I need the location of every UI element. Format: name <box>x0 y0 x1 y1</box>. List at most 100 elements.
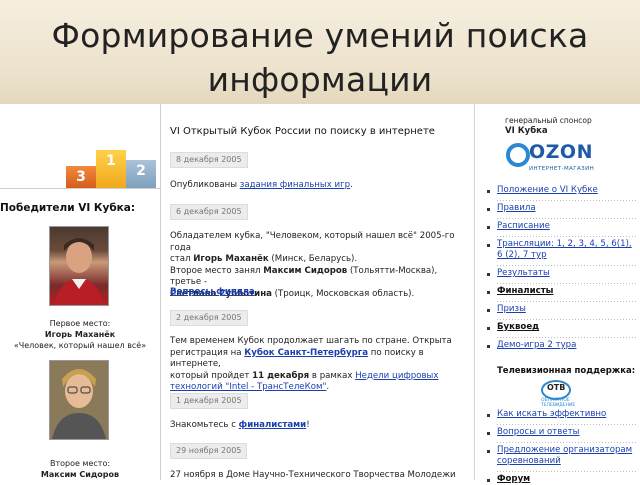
news-text: стал <box>170 254 194 264</box>
slide-title-line1: Формирование умений поиска <box>51 16 589 55</box>
bullet-icon <box>487 414 490 417</box>
bullet-icon <box>487 345 490 348</box>
news-text: в рамках <box>309 370 356 381</box>
sponsor-event: VI Кубка <box>505 126 548 136</box>
slide-title: Формирование умений поиска информации <box>0 14 640 102</box>
winner1-place: Первое место: <box>49 319 111 328</box>
right-column: генеральный спонсор VI Кубка OZON ИНТЕРН… <box>474 104 640 484</box>
slide-header: Формирование умений поиска информации <box>0 0 640 104</box>
news-text: Опубликованы <box>170 180 240 190</box>
event-date: 11 декабря <box>252 370 310 381</box>
nav-item-qa[interactable]: Вопросы и ответы <box>497 427 579 438</box>
news-item: Опубликованы задания финальных игр. <box>170 180 466 192</box>
winner-name: Максим Сидоров <box>263 265 348 276</box>
news-text: Тем временем Кубок продолжает шагать по … <box>170 336 452 346</box>
news-text: Второе место занял Максим Сидоров (Толья… <box>170 266 466 289</box>
intel-link[interactable]: технологий "Intel - ТрансТелеКом" <box>170 382 326 392</box>
winner1-nick: «Человек, который нашел всё» <box>13 341 147 350</box>
divider <box>497 218 637 219</box>
otv-tagline: ОБЛАСТНОЕ ТЕЛЕВИДЕНИЕ <box>541 398 576 408</box>
winner2-name: Максим Сидоров <box>40 470 120 479</box>
divider <box>497 200 637 201</box>
nav-item-organizers[interactable]: Предложение организаторам соревнований <box>497 445 635 467</box>
winner1-caption: Первое место: Игорь Маханёк «Человек, ко… <box>0 318 160 351</box>
podium-second: 2 <box>126 160 156 188</box>
nav-item-broadcasts[interactable]: Трансляции: 1, 2, 3, 4, 5, 6(1), 6 (2), … <box>497 239 635 261</box>
winner1-name: Игорь Маханёк <box>44 330 116 339</box>
nav-item-finalists[interactable]: Финалисты <box>497 286 553 297</box>
nav-item-rules-doc[interactable]: Положение о VI Кубке <box>497 185 598 196</box>
divider <box>497 301 637 302</box>
nav-item-prizes[interactable]: Призы <box>497 304 526 315</box>
news-item: Знакомьтесь с финалистами! <box>170 420 466 432</box>
winner1-photo[interactable] <box>49 226 109 306</box>
bullet-icon <box>487 190 490 193</box>
bullet-icon <box>487 450 490 453</box>
news-item: Вопросы финала. <box>170 287 466 299</box>
podium-third: 3 <box>66 166 96 188</box>
bullet-icon <box>487 309 490 312</box>
tv-support-heading: Телевизионная поддержка: <box>497 366 636 376</box>
news-text: который пройдет <box>170 370 253 381</box>
news-text: технологий "Intel - ТрансТелеКом". <box>170 382 466 394</box>
nav-item-demo[interactable]: Демо-игра 2 тура <box>497 340 576 351</box>
divider <box>497 319 637 320</box>
divider <box>0 188 160 189</box>
news-heading: VI Открытый Кубок России по поиску в инт… <box>170 126 435 137</box>
finalists-link[interactable]: финалистами <box>239 420 307 430</box>
news-item: Тем временем Кубок продолжает шагать по … <box>170 336 466 394</box>
bullet-icon <box>487 244 490 247</box>
ozon-tagline: ИНТЕРНЕТ-МАГАЗИН <box>529 166 595 172</box>
news-text: (Минск, Беларусь). <box>268 254 358 264</box>
bullet-icon <box>487 327 490 330</box>
final-tasks-link[interactable]: задания финальных игр <box>240 180 350 190</box>
news-text: . <box>326 382 330 392</box>
divider <box>497 424 637 425</box>
news-date: 6 декабря 2005 <box>170 204 248 220</box>
bullet-icon <box>487 208 490 211</box>
news-text: ! <box>306 420 310 430</box>
divider <box>497 337 637 338</box>
winner2-caption: Второе место: Максим Сидоров <box>0 458 160 480</box>
divider <box>497 236 637 237</box>
news-column: VI Открытый Кубок России по поиску в инт… <box>162 104 472 480</box>
bullet-icon <box>487 226 490 229</box>
bullet-icon <box>487 273 490 276</box>
left-column: 3 1 2 Победители VI Кубка: Первое место:… <box>0 104 161 480</box>
divider <box>497 442 637 443</box>
nav-item-rules[interactable]: Правила <box>497 203 536 214</box>
podium-graphic: 3 1 2 <box>60 142 160 188</box>
sponsor-caption: генеральный спонсор <box>505 116 592 125</box>
nav-item-bukvoed[interactable]: Буквоед <box>497 322 539 333</box>
slide-title-line2: информации <box>207 60 433 99</box>
news-text: Знакомьтесь с <box>170 420 239 430</box>
news-text: стал Игорь Маханёк (Минск, Беларусь). <box>170 254 466 266</box>
news-date: 1 декабря 2005 <box>170 393 248 409</box>
news-text: регистрация на Кубок Санкт-Петербурга по… <box>170 348 466 371</box>
winner2-photo-art <box>50 361 108 439</box>
website-screenshot: 3 1 2 Победители VI Кубка: Первое место:… <box>0 104 640 484</box>
final-questions-link[interactable]: Вопросы финала <box>170 287 255 297</box>
spb-cup-link[interactable]: Кубок Санкт-Петербурга <box>244 348 368 358</box>
news-text: . <box>350 180 353 190</box>
divider <box>497 471 637 472</box>
nav-item-schedule[interactable]: Расписание <box>497 221 550 232</box>
ozon-logo[interactable]: OZON ИНТЕРНЕТ-МАГАЗИН <box>505 140 595 174</box>
ozon-ring-icon <box>506 143 530 167</box>
divider <box>497 283 637 284</box>
news-text: . <box>254 287 258 297</box>
nav-item-results[interactable]: Результаты <box>497 268 550 279</box>
otv-logo[interactable]: ОТВ ОБЛАСТНОЕ ТЕЛЕВИДЕНИЕ <box>537 378 577 408</box>
news-date: 2 декабря 2005 <box>170 310 248 326</box>
divider <box>497 265 637 266</box>
winner2-photo[interactable] <box>49 360 109 440</box>
ozon-wordmark: OZON <box>529 141 593 163</box>
news-date: 29 ноября 2005 <box>170 443 248 459</box>
news-text: Обладателем кубка, "Человеком, который н… <box>170 231 455 253</box>
digital-week-link[interactable]: Недели цифровых <box>355 371 438 381</box>
winner-name: Игорь Маханёк <box>193 254 269 264</box>
news-date: 8 декабря 2005 <box>170 152 248 168</box>
bullet-icon <box>487 479 490 482</box>
nav-item-how-to-search[interactable]: Как искать эффективно <box>497 409 606 420</box>
winner2-place: Второе место: <box>49 459 111 468</box>
